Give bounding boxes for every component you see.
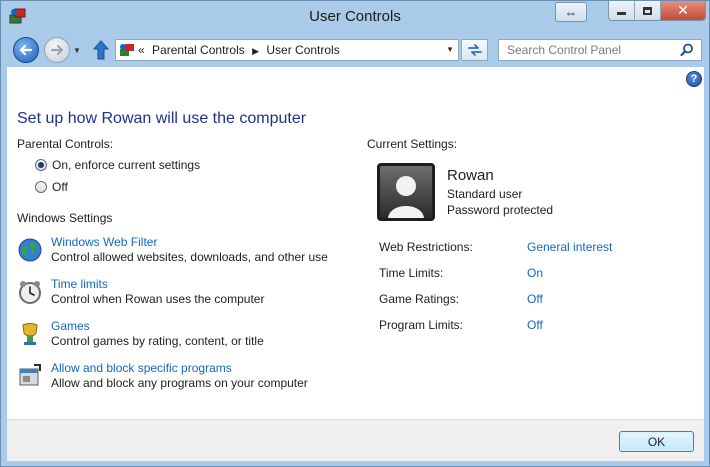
time-limits-link[interactable]: Time limits	[51, 277, 108, 291]
user-password-status: Password protected	[447, 203, 554, 217]
arrow-right-icon	[50, 44, 64, 56]
window-title: User Controls	[309, 8, 401, 25]
minimize-button[interactable]	[609, 1, 635, 20]
time-limits-value[interactable]: On	[527, 266, 543, 280]
close-button[interactable]: ✕	[661, 1, 705, 20]
game-ratings-label: Game Ratings:	[379, 292, 460, 306]
radio-on[interactable]: On, enforce current settings	[35, 158, 200, 172]
breadcrumb-user-controls[interactable]: User Controls	[266, 43, 339, 57]
recent-pages-dropdown[interactable]: ▼	[73, 46, 81, 55]
search-icon[interactable]	[680, 43, 694, 57]
web-restrictions-value[interactable]: General interest	[527, 240, 612, 254]
arrow-left-icon	[19, 44, 33, 56]
setting-games: Games Control games by rating, content, …	[17, 319, 347, 353]
chevron-right-icon[interactable]: ▶	[252, 46, 259, 56]
games-desc: Control games by rating, content, or tit…	[51, 334, 264, 348]
breadcrumb-parental-controls[interactable]: Parental Controls	[152, 43, 245, 57]
user-type: Standard user	[447, 187, 523, 201]
game-ratings-value[interactable]: Off	[527, 292, 543, 306]
game-icon	[22, 323, 38, 345]
address-bar[interactable]: « Parental Controls ▶ User Controls ▼	[115, 39, 459, 61]
help-icon[interactable]: ?	[686, 71, 702, 87]
time-limits-desc: Control when Rowan uses the computer	[51, 292, 265, 306]
radio-on-label[interactable]: On, enforce current settings	[52, 158, 200, 172]
clock-icon	[19, 281, 41, 304]
setting-programs: Allow and block specific programs Allow …	[17, 361, 347, 395]
games-link[interactable]: Games	[51, 319, 90, 333]
forward-button[interactable]	[44, 37, 70, 63]
maximize-button[interactable]	[635, 1, 661, 20]
window: User Controls ⇔ ✕ ▼ « Parental Controls …	[0, 0, 710, 467]
snap-button[interactable]: ⇔	[555, 2, 587, 22]
page-title: Set up how Rowan will use the computer	[17, 110, 307, 127]
breadcrumb: « Parental Controls ▶ User Controls	[138, 43, 344, 57]
windows-settings-label: Windows Settings	[17, 211, 113, 225]
user-silhouette-icon	[388, 176, 424, 218]
main-content: ? Set up how Rowan will use the computer…	[7, 67, 704, 419]
breadcrumb-overflow[interactable]: «	[138, 43, 145, 57]
search-input[interactable]	[499, 40, 679, 60]
setting-time-limits: Time limits Control when Rowan uses the …	[17, 277, 347, 311]
resize-arrows-icon: ⇔	[564, 4, 578, 20]
ok-button[interactable]: OK	[619, 431, 694, 452]
maximize-icon	[643, 6, 652, 15]
allow-block-programs-link[interactable]: Allow and block specific programs	[51, 361, 232, 375]
caption-buttons: ✕	[608, 1, 706, 21]
back-button[interactable]	[13, 37, 39, 63]
footer-bar: OK	[7, 419, 704, 461]
close-icon: ✕	[677, 2, 689, 18]
radio-off-button[interactable]	[35, 181, 47, 193]
avatar	[377, 163, 435, 221]
globe-icon	[18, 238, 42, 262]
program-limits-value[interactable]: Off	[527, 318, 543, 332]
windows-web-filter-desc: Control allowed websites, downloads, and…	[51, 250, 328, 264]
radio-off[interactable]: Off	[35, 180, 68, 194]
up-button[interactable]	[92, 39, 110, 61]
user-name: Rowan	[447, 167, 494, 184]
program-limits-label: Program Limits:	[379, 318, 464, 332]
minimize-icon	[617, 12, 626, 15]
program-icon	[19, 364, 41, 386]
time-limits-label: Time Limits:	[379, 266, 444, 280]
search-box[interactable]	[498, 39, 702, 61]
title-bar[interactable]: User Controls ⇔ ✕	[1, 1, 709, 33]
web-restrictions-label: Web Restrictions:	[379, 240, 473, 254]
refresh-icon	[467, 44, 482, 56]
radio-off-label[interactable]: Off	[52, 180, 68, 194]
radio-on-button[interactable]	[35, 159, 47, 171]
setting-web-filter: Windows Web Filter Control allowed websi…	[17, 235, 347, 269]
address-dropdown[interactable]: ▼	[446, 45, 454, 54]
windows-web-filter-link[interactable]: Windows Web Filter	[51, 235, 157, 249]
allow-block-programs-desc: Allow and block any programs on your com…	[51, 376, 308, 390]
current-settings-label: Current Settings:	[367, 137, 458, 151]
control-panel-icon	[120, 44, 134, 56]
refresh-button[interactable]	[461, 39, 488, 61]
parental-controls-label: Parental Controls:	[17, 137, 114, 151]
